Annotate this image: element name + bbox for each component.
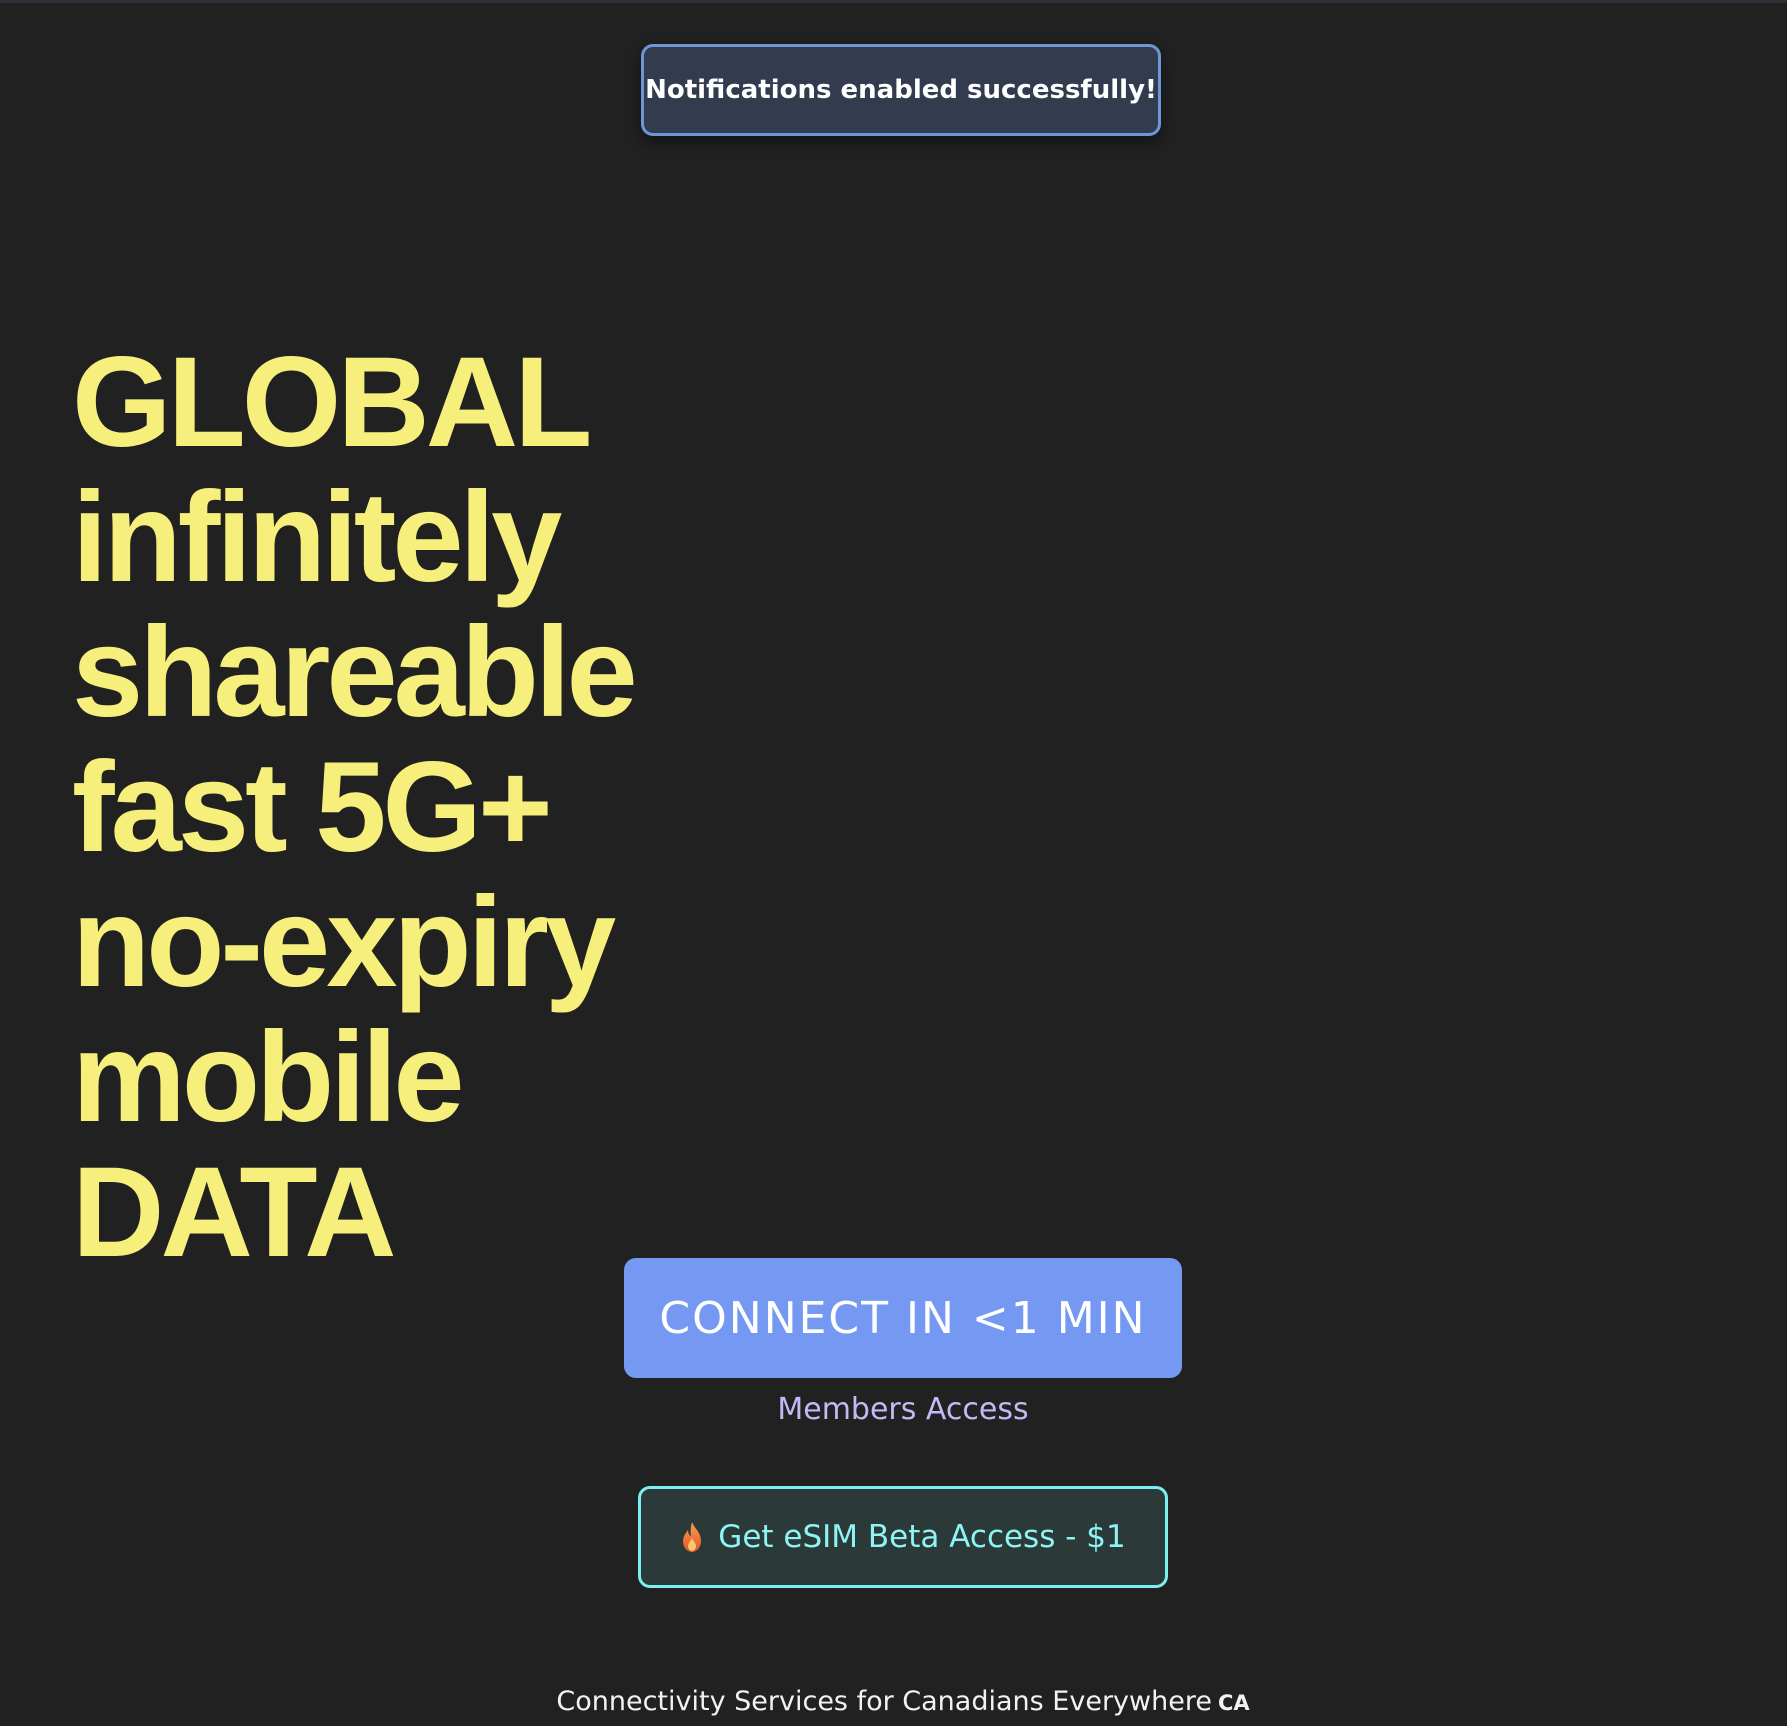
hero-line-global: GLOBAL [72, 331, 592, 474]
country-badge: CA [1217, 1691, 1250, 1715]
hero-headline: GLOBAL infinitely shareable fast 5G+ no-… [72, 331, 638, 1284]
hero-line-data: DATA [72, 1141, 396, 1284]
esim-button-label: Get eSIM Beta Access - $1 [718, 1519, 1126, 1555]
fire-icon [680, 1521, 704, 1553]
connect-button-label: CONNECT IN <1 MIN [659, 1292, 1147, 1344]
toast-message: Notifications enabled successfully! [645, 75, 1157, 105]
hero-line-mobile: mobile [72, 1006, 464, 1149]
members-access-link[interactable]: Members Access [700, 1392, 1106, 1427]
hero-line-fast-5g: fast 5G+ [72, 736, 553, 879]
hero-line-infinitely: infinitely [72, 466, 562, 609]
hero-line-shareable: shareable [72, 601, 638, 744]
connect-button[interactable]: CONNECT IN <1 MIN [624, 1258, 1182, 1378]
footer: Connectivity Services for Canadians Ever… [500, 1686, 1306, 1717]
hero-line-no-expiry: no-expiry [72, 871, 616, 1014]
top-divider [0, 0, 1787, 3]
footer-text: Connectivity Services for Canadians Ever… [556, 1686, 1212, 1717]
esim-beta-access-button[interactable]: Get eSIM Beta Access - $1 [638, 1486, 1168, 1588]
notification-toast: Notifications enabled successfully! [641, 44, 1161, 136]
